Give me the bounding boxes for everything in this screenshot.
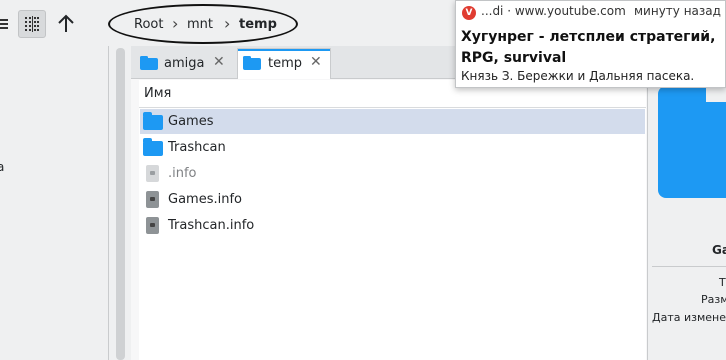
breadcrumb-root[interactable]: Root <box>134 17 163 32</box>
folder-icon <box>143 138 163 156</box>
places-panel: a <box>0 46 109 360</box>
breadcrumb: Root › mnt › temp <box>108 4 298 44</box>
chevron-right-icon: › <box>172 14 179 33</box>
vivaldi-logo-icon: V <box>462 6 476 20</box>
scrollbar-handle[interactable] <box>116 48 125 360</box>
file-row-trashcan-info[interactable]: Trashcan.info <box>140 213 645 238</box>
chevron-right-icon: › <box>224 14 231 33</box>
popup-time: минуту назад <box>634 4 721 18</box>
column-header-name[interactable]: Имя <box>144 86 171 101</box>
info-label-modified: Дата изменен <box>652 311 726 324</box>
places-item-label[interactable]: a <box>0 160 4 174</box>
file-row-games-info[interactable]: Games.info <box>140 187 645 212</box>
file-name: Games <box>168 114 214 129</box>
file-icon <box>146 217 159 234</box>
file-icon <box>146 191 159 208</box>
tab-label: amiga <box>164 56 205 71</box>
tab-label: temp <box>268 56 303 71</box>
popup-source: ...di · www.youtube.com <box>481 4 626 18</box>
view-details-button[interactable] <box>18 10 46 38</box>
info-label-size: Разм <box>701 293 726 306</box>
file-name: .info <box>168 166 197 181</box>
file-icon <box>146 165 159 182</box>
folder-icon <box>243 56 261 70</box>
close-tab-icon[interactable]: ✕ <box>310 54 322 70</box>
active-tab-indicator <box>238 49 330 51</box>
folder-icon <box>143 112 163 130</box>
file-row-games[interactable]: Games <box>140 109 645 134</box>
detail-view-icon <box>25 16 39 32</box>
tab-amiga[interactable]: amiga ✕ <box>134 48 235 78</box>
arrow-up-icon <box>58 14 74 32</box>
file-row-trashcan[interactable]: Trashcan <box>140 135 645 160</box>
list-view-icon <box>0 19 8 29</box>
info-label-type: Т <box>719 276 726 289</box>
link-preview-popup[interactable]: V ...di · www.youtube.com минуту назад Х… <box>455 0 726 88</box>
info-panel-title: Ga <box>712 243 726 257</box>
view-icons-button[interactable] <box>0 10 16 38</box>
folder-preview-icon <box>658 86 726 198</box>
folder-icon <box>140 56 158 70</box>
divider <box>652 266 726 267</box>
breadcrumb-temp[interactable]: temp <box>239 17 277 32</box>
popup-subtitle: Князь З. Бережки и Дальняя пасека. <box>461 69 695 83</box>
folder-preview-fold <box>706 86 726 102</box>
file-name: Trashcan <box>168 140 226 155</box>
file-name: Games.info <box>168 192 242 207</box>
breadcrumb-mnt[interactable]: mnt <box>187 17 213 32</box>
go-up-button[interactable] <box>52 10 80 38</box>
file-row-info[interactable]: .info <box>140 161 645 186</box>
tab-temp[interactable]: temp ✕ <box>237 48 331 79</box>
file-name: Trashcan.info <box>168 218 255 233</box>
close-tab-icon[interactable]: ✕ <box>213 54 225 70</box>
popup-title: Хугунрег - летсплеи стратегий, RPG, surv… <box>461 29 716 66</box>
